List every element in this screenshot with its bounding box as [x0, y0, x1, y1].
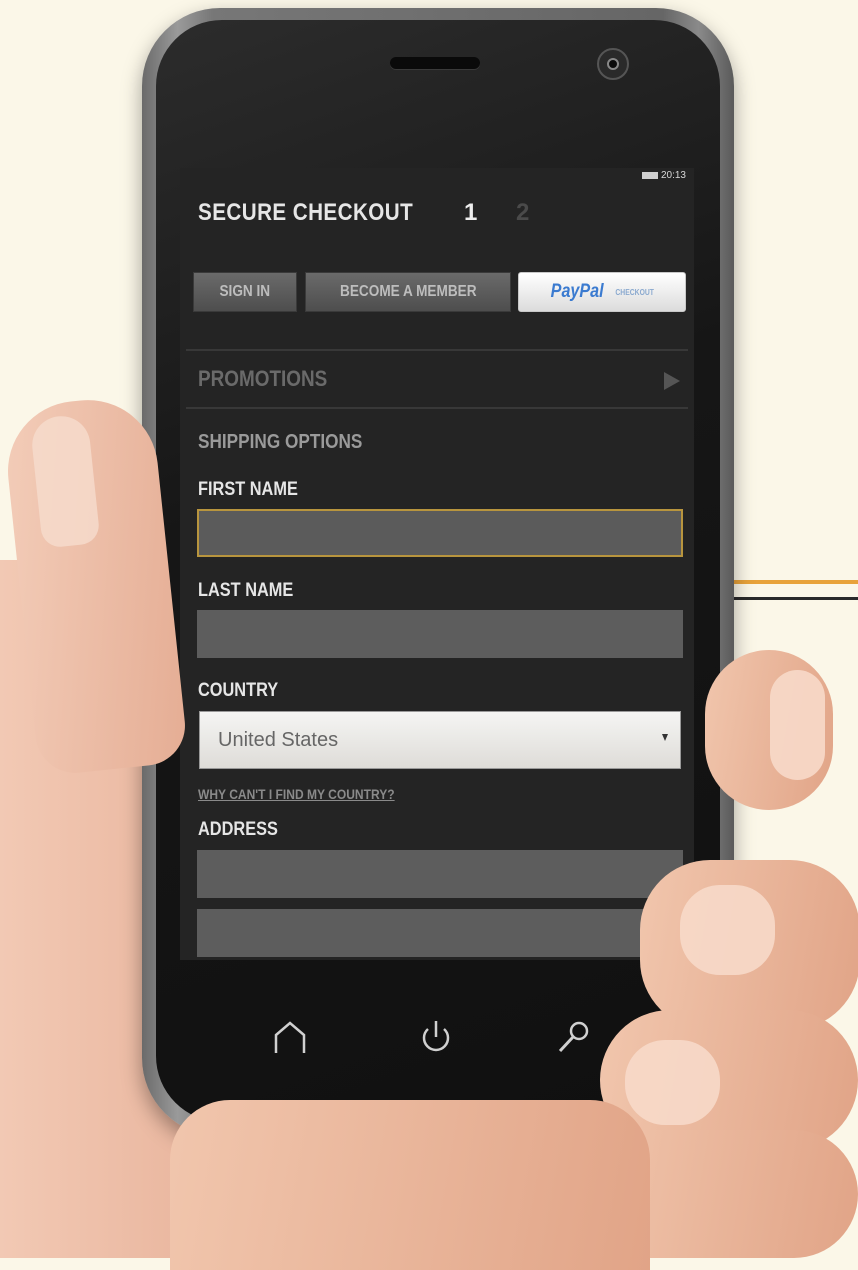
- battery-icon: [641, 171, 658, 179]
- camera-icon: [597, 48, 629, 80]
- search-icon[interactable]: [552, 1015, 596, 1059]
- page-title: SECURE CHECKOUT: [198, 199, 414, 226]
- address-line2-field[interactable]: [197, 909, 683, 957]
- home-icon[interactable]: [268, 1015, 312, 1059]
- promotions-row[interactable]: PROMOTIONS: [180, 351, 694, 407]
- last-name-label: LAST NAME: [198, 580, 294, 601]
- shipping-section-title: SHIPPING OPTIONS: [198, 431, 363, 453]
- status-bar: 20:13: [641, 170, 686, 181]
- accent-line-gold: [730, 580, 858, 584]
- status-time: 20:13: [660, 170, 686, 181]
- divider: [186, 407, 688, 409]
- accent-line-dark: [730, 597, 858, 600]
- phone-screen: 20:13 SECURE CHECKOUT 1 2 SIGN IN BECOME…: [180, 168, 694, 960]
- paypal-checkout-button[interactable]: PayPal CHECKOUT: [518, 272, 686, 312]
- country-help-link[interactable]: WHY CAN'T I FIND MY COUNTRY?: [198, 786, 395, 802]
- step-indicator-next: 2: [516, 199, 530, 226]
- hand-palm-lower: [170, 1100, 650, 1270]
- last-name-field[interactable]: [197, 610, 683, 658]
- country-label: COUNTRY: [198, 680, 279, 701]
- power-icon[interactable]: [414, 1015, 458, 1059]
- paypal-logo: PayPal: [550, 281, 604, 302]
- finger-nail: [770, 670, 825, 780]
- step-indicator-current: 1: [464, 199, 478, 226]
- country-select[interactable]: United States: [199, 711, 681, 769]
- dropdown-caret-icon: [662, 734, 668, 741]
- country-selected-value: United States: [218, 729, 339, 751]
- address-label: ADDRESS: [198, 819, 278, 840]
- finger-nail: [625, 1040, 720, 1125]
- promotions-label: PROMOTIONS: [198, 366, 328, 391]
- become-member-label: BECOME A MEMBER: [339, 283, 477, 300]
- speaker-grille: [390, 57, 480, 69]
- chevron-right-icon: [664, 372, 680, 390]
- sign-in-label: SIGN IN: [219, 283, 271, 300]
- address-line1-field[interactable]: [197, 850, 683, 898]
- first-name-label: FIRST NAME: [198, 479, 298, 500]
- paypal-checkout-label: CHECKOUT: [615, 287, 655, 297]
- finger-nail: [680, 885, 775, 975]
- become-member-button[interactable]: BECOME A MEMBER: [305, 272, 511, 312]
- first-name-field[interactable]: [197, 509, 683, 557]
- sign-in-button[interactable]: SIGN IN: [193, 272, 297, 312]
